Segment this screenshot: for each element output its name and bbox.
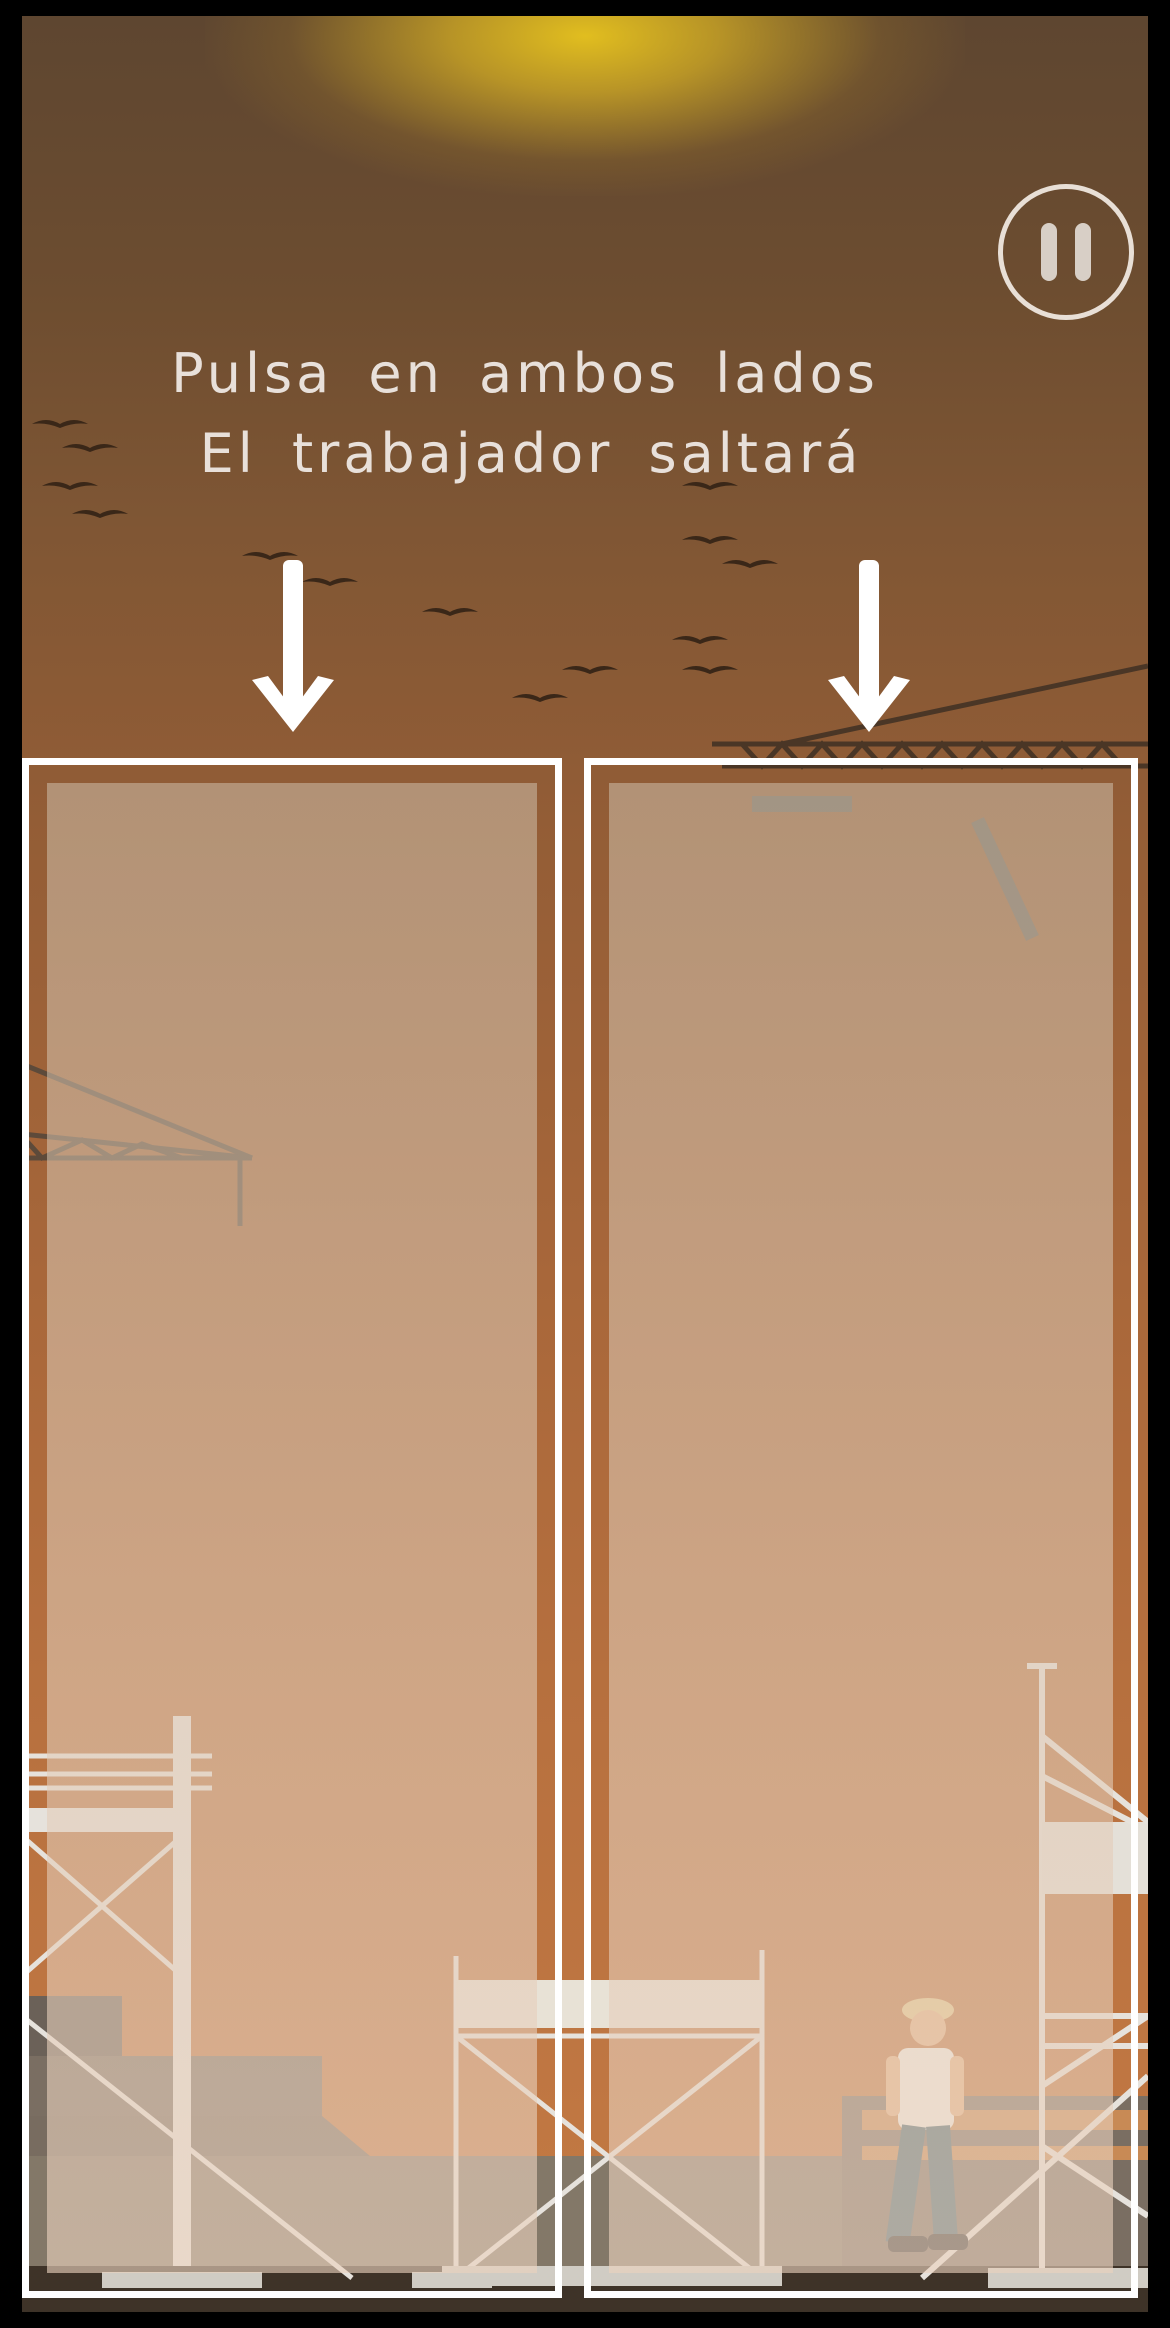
pause-icon — [1041, 223, 1057, 281]
left-tap-zone[interactable] — [22, 758, 562, 2298]
instruction-line-1: Pulsa en ambos lados — [171, 342, 879, 405]
right-tap-zone[interactable] — [584, 758, 1138, 2298]
left-tap-zone-overlay — [47, 783, 537, 2273]
right-tap-zone-overlay — [609, 783, 1113, 2273]
crane-top — [712, 663, 1148, 770]
instruction-line-2: El trabajador saltará — [199, 422, 863, 485]
arrow-down-icon — [252, 560, 334, 732]
pause-icon-bar — [1075, 223, 1091, 281]
arrow-down-icon — [828, 560, 910, 732]
pause-button[interactable] — [998, 184, 1134, 320]
game-viewport: Pulsa en ambos lados El trabajador salta… — [22, 16, 1148, 2312]
